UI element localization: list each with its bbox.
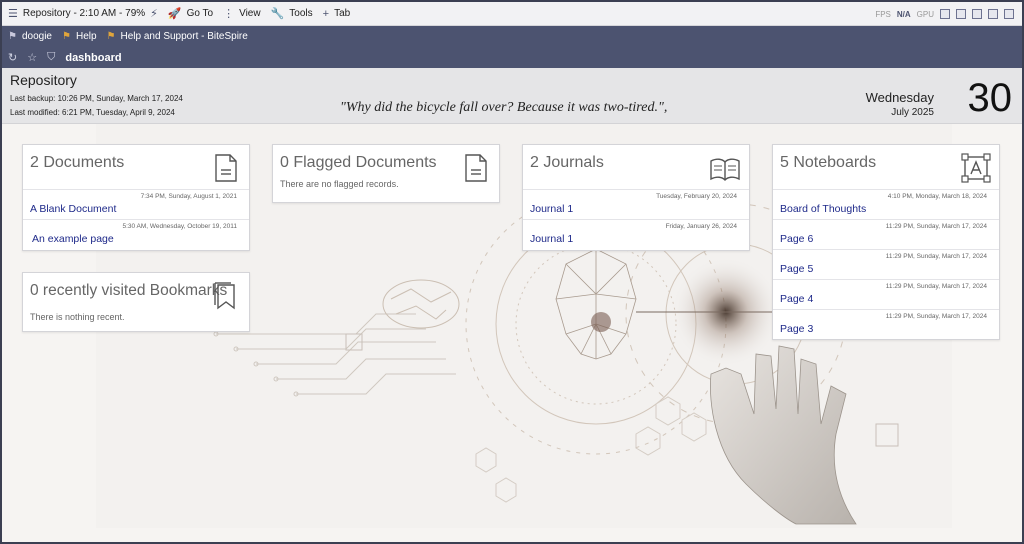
last-modified: Last modified: 6:21 PM, Tuesday, April 9…	[10, 108, 175, 117]
bookmarks-card: 0 recently visited Bookmarks There is no…	[22, 272, 250, 332]
view-button[interactable]: ⋮ View	[223, 7, 261, 20]
app-window: ☰ Repository - 2:10 AM - 79% ⚡ 🚀 Go To ⋮…	[2, 2, 1022, 542]
list-item[interactable]: 7:34 PM, Sunday, August 1, 2021 A Blank …	[23, 189, 249, 219]
list-item[interactable]: 11:29 PM, Sunday, March 17, 2024 Page 5	[773, 249, 999, 279]
documents-card: 2 Documents 7:34 PM, Sunday, August 1, 2…	[22, 144, 250, 251]
item-link[interactable]: Board of Thoughts	[780, 203, 866, 215]
item-link[interactable]: Journal 1	[530, 203, 573, 215]
gpu-icon	[940, 9, 950, 19]
battery-charging-icon: ⚡	[150, 8, 158, 20]
nav-link-label: Help	[75, 31, 97, 42]
hamburger-menu-icon: ☰	[8, 8, 18, 20]
goto-button[interactable]: 🚀 Go To	[168, 7, 213, 20]
nav-link-label: Help and Support - BiteSpire	[120, 31, 248, 42]
weekday: Wednesday	[865, 90, 934, 105]
nav-link-label: doogie	[21, 31, 52, 42]
status-indicators: FPS N/A GPU	[875, 2, 1014, 26]
item-link[interactable]: Page 3	[780, 323, 813, 335]
empty-message: There is nothing recent.	[30, 312, 125, 322]
noteboard-icon	[961, 153, 991, 183]
open-book-icon	[710, 158, 740, 181]
card-title: 0 recently visited Bookmarks	[30, 282, 228, 299]
rocket-icon: 🚀	[167, 8, 182, 20]
noteboard-list: 4:10 PM, Monday, March 18, 2024 Board of…	[773, 189, 999, 339]
nav-bar: ⚑ doogie ⚑ Help ⚑ Help and Support - Bit…	[2, 26, 1022, 68]
document-list: 7:34 PM, Sunday, August 1, 2021 A Blank …	[23, 189, 249, 249]
item-timestamp: Friday, January 26, 2024	[665, 223, 737, 230]
item-timestamp: 4:10 PM, Monday, March 18, 2024	[887, 193, 987, 200]
card-title: 2 Documents	[30, 154, 125, 171]
list-item[interactable]: 5:30 AM, Wednesday, October 19, 2011 An …	[23, 219, 249, 249]
list-item[interactable]: 11:29 PM, Sunday, March 17, 2024 Page 4	[773, 279, 999, 309]
fps-label: FPS	[875, 9, 891, 19]
item-link[interactable]: Page 5	[780, 263, 813, 275]
list-item[interactable]: 11:29 PM, Sunday, March 17, 2024 Page 3	[773, 309, 999, 339]
journals-card: 2 Journals Tuesday, February 20, 2024 Jo…	[522, 144, 750, 251]
dots-vertical-icon: ⋮	[223, 8, 235, 20]
plus-icon: +	[322, 7, 330, 20]
shield-icon: ⛉	[47, 51, 56, 63]
card-title: 2 Journals	[530, 154, 604, 171]
item-timestamp: 11:29 PM, Sunday, March 17, 2024	[885, 253, 987, 260]
wrench-icon: 🔧	[270, 8, 285, 20]
nav-link-doogie[interactable]: ⚑ doogie	[8, 31, 52, 42]
goto-label: Go To	[186, 8, 214, 19]
item-link[interactable]: An example page	[32, 233, 114, 245]
card-title: 5 Noteboards	[780, 154, 877, 171]
month-year: July 2025	[891, 107, 934, 118]
page-title: Repository	[10, 72, 77, 88]
tab-dashboard[interactable]: dashboard	[65, 52, 121, 64]
day-number: 30	[967, 76, 1013, 120]
view-label: View	[239, 8, 261, 19]
card-title: 0 Flagged Documents	[280, 154, 437, 171]
star-icon[interactable]: ☆	[27, 51, 37, 64]
top-toolbar: ☰ Repository - 2:10 AM - 79% ⚡ 🚀 Go To ⋮…	[2, 2, 1022, 26]
flag-icon: ⚑	[62, 31, 71, 42]
list-item[interactable]: 11:29 PM, Sunday, March 17, 2024 Page 6	[773, 219, 999, 249]
item-link[interactable]: Journal 1	[530, 233, 573, 245]
tab-label: Tab	[334, 8, 351, 19]
last-backup: Last backup: 10:26 PM, Sunday, March 17,…	[10, 94, 183, 103]
item-link[interactable]: Page 6	[780, 233, 813, 245]
nav-link-help[interactable]: ⚑ Help	[62, 31, 97, 42]
layout-icon[interactable]	[972, 9, 982, 19]
status-text: Repository - 2:10 AM - 79%	[22, 8, 146, 19]
noteboards-card: 5 Noteboards 4:10 PM, Monday, March 18, …	[772, 144, 1000, 340]
new-tab-button[interactable]: + Tab	[323, 8, 351, 20]
nav-link-help-support[interactable]: ⚑ Help and Support - BiteSpire	[107, 31, 248, 42]
item-timestamp: 5:30 AM, Wednesday, October 19, 2011	[122, 223, 237, 230]
tools-label: Tools	[289, 8, 313, 19]
gpu-label: GPU	[916, 9, 934, 19]
item-timestamp: 11:29 PM, Sunday, March 17, 2024	[885, 313, 987, 320]
bookmark-icon	[214, 282, 235, 310]
copy-window-icon[interactable]	[988, 9, 998, 19]
empty-message: There are no flagged records.	[280, 179, 399, 189]
panel-toggle-icon[interactable]	[956, 9, 966, 19]
quote-text: "Why did the bicycle fall over? Because …	[340, 100, 668, 115]
bookmark-links: ⚑ doogie ⚑ Help ⚑ Help and Support - Bit…	[8, 31, 248, 42]
item-link[interactable]: Page 4	[780, 293, 813, 305]
list-item[interactable]: Friday, January 26, 2024 Journal 1	[523, 219, 749, 249]
item-link[interactable]: A Blank Document	[30, 203, 116, 215]
flagged-documents-card: 0 Flagged Documents There are no flagged…	[272, 144, 500, 203]
page-header: Repository Last backup: 10:26 PM, Sunday…	[2, 68, 1022, 124]
status-menu[interactable]: ☰ Repository - 2:10 AM - 79% ⚡	[8, 7, 158, 20]
item-timestamp: 11:29 PM, Sunday, March 17, 2024	[885, 283, 987, 290]
item-timestamp: 11:29 PM, Sunday, March 17, 2024	[885, 223, 987, 230]
close-window-icon[interactable]	[1004, 9, 1014, 19]
list-item[interactable]: 4:10 PM, Monday, March 18, 2024 Board of…	[773, 189, 999, 219]
item-timestamp: Tuesday, February 20, 2024	[656, 193, 737, 200]
journal-list: Tuesday, February 20, 2024 Journal 1 Fri…	[523, 189, 749, 249]
refresh-icon[interactable]: ↻	[8, 51, 17, 64]
flag-icon: ⚑	[106, 31, 116, 42]
tab-row: ↻ ☆ ⛉ dashboard	[8, 51, 122, 64]
flag-icon: ⚑	[8, 31, 17, 42]
document-icon	[465, 154, 487, 182]
fps-value: N/A	[896, 9, 911, 19]
tools-button[interactable]: 🔧 Tools	[271, 7, 313, 20]
document-icon	[215, 154, 237, 182]
list-item[interactable]: Tuesday, February 20, 2024 Journal 1	[523, 189, 749, 219]
item-timestamp: 7:34 PM, Sunday, August 1, 2021	[140, 193, 237, 200]
